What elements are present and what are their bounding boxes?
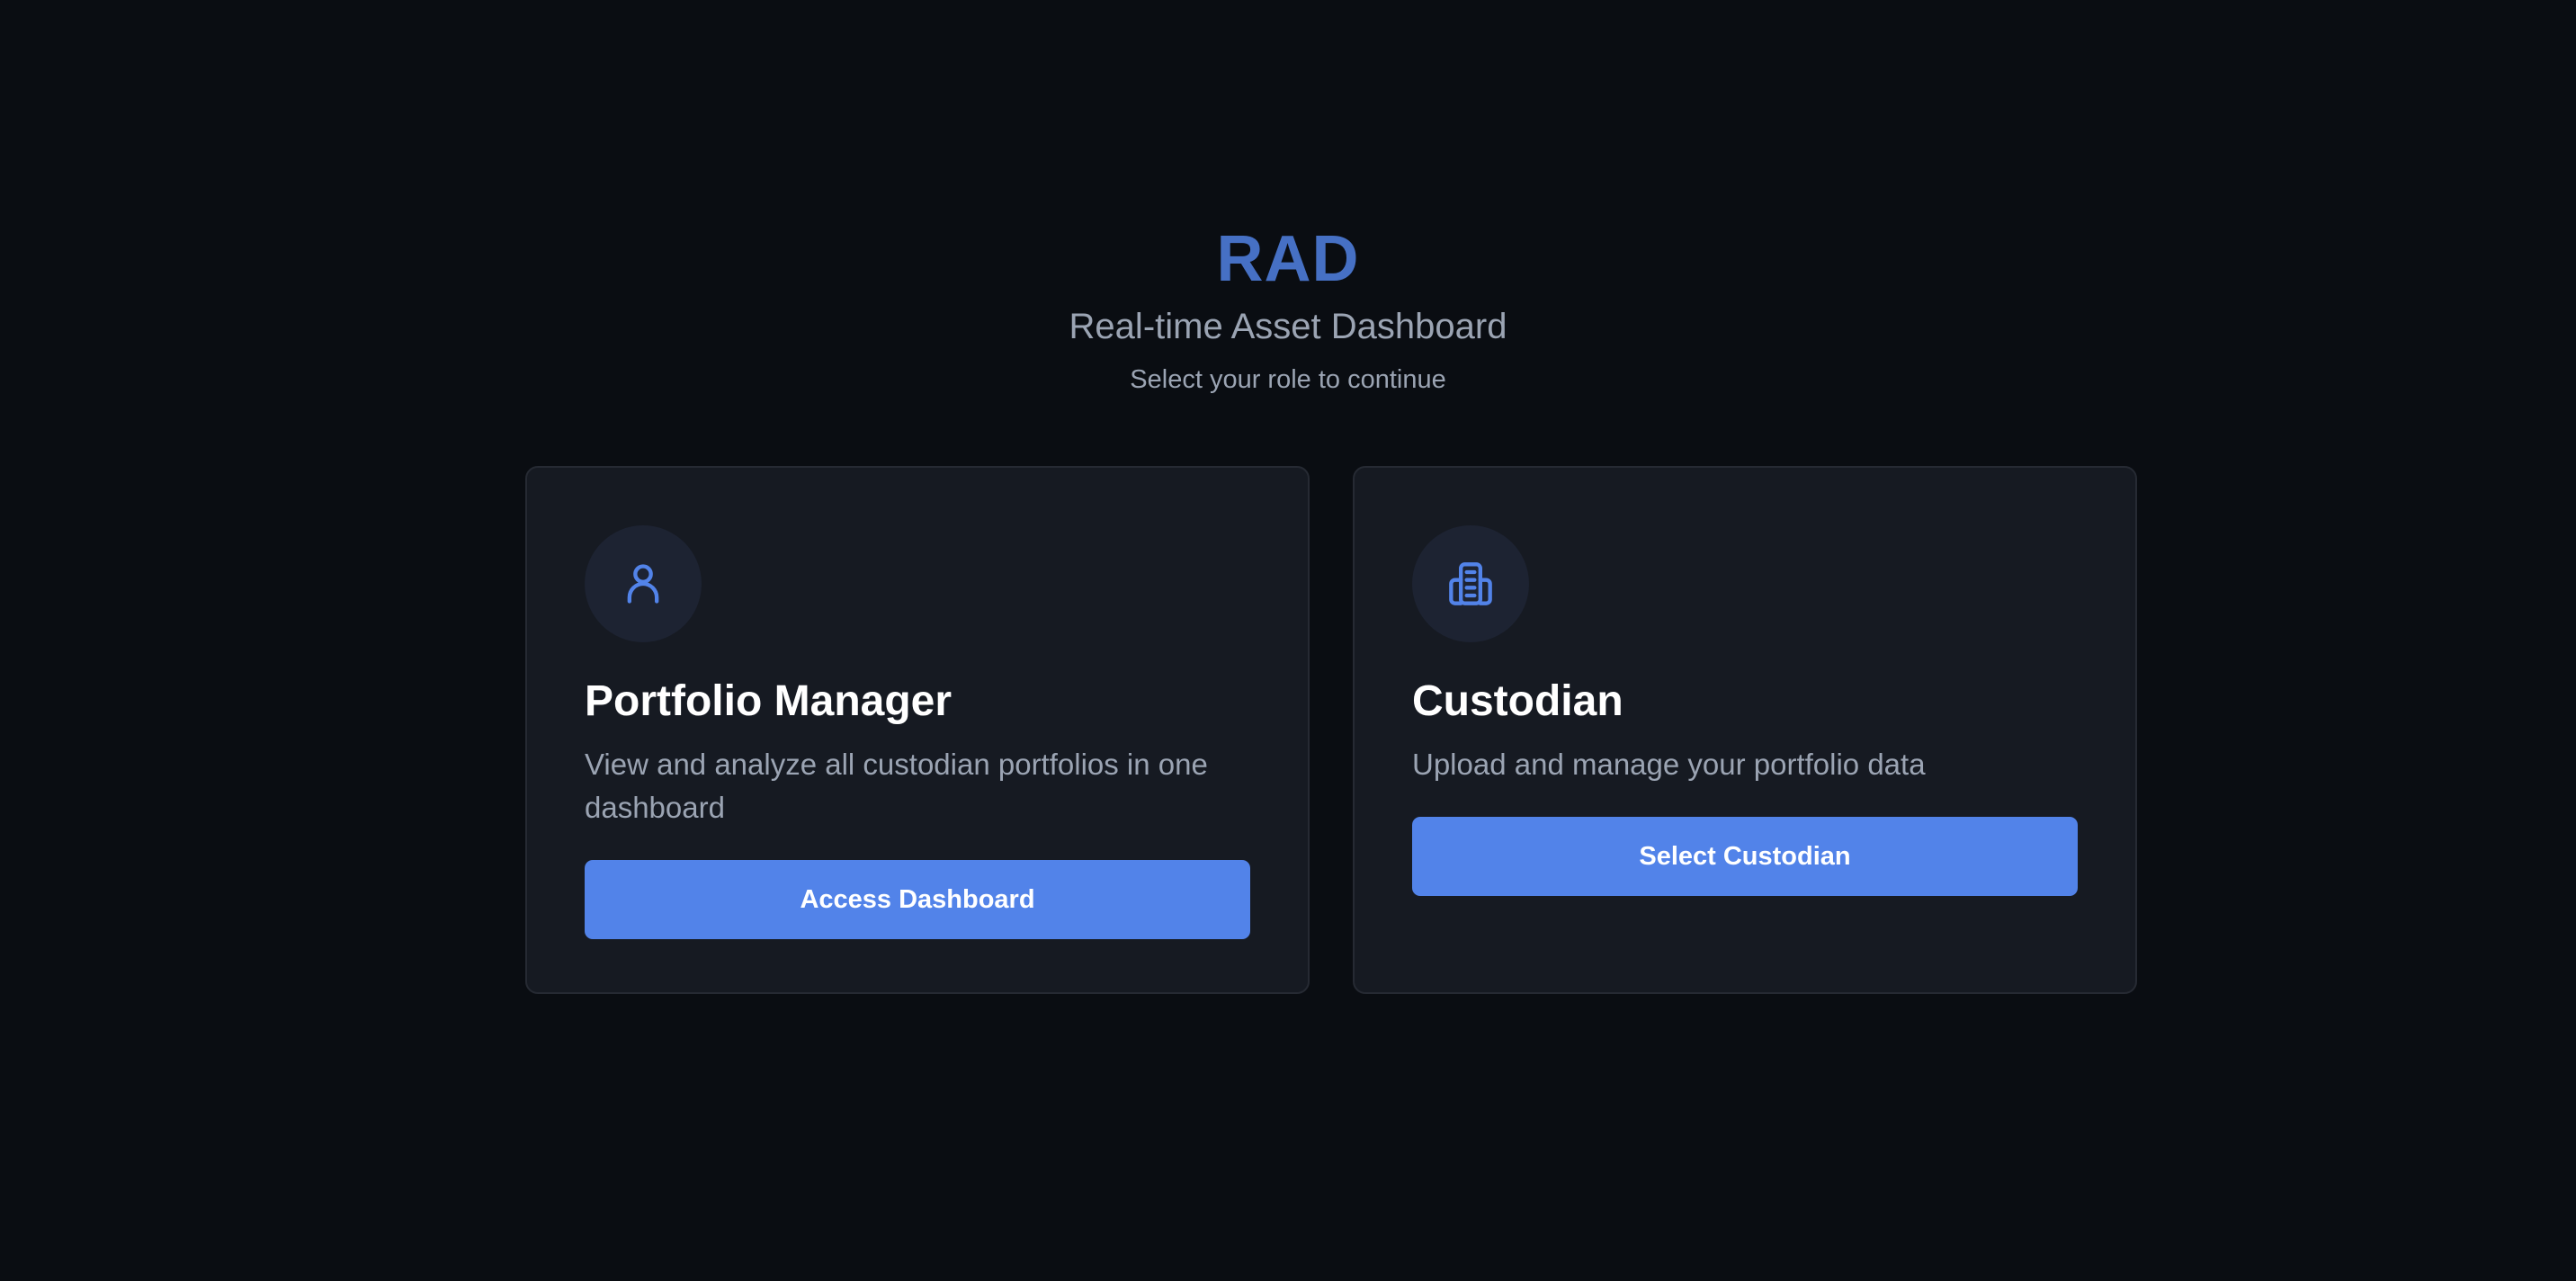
- card-title: Portfolio Manager: [585, 677, 953, 725]
- card-description: Upload and manage your portfolio data: [1412, 748, 1926, 781]
- card-description: View and analyze all custodian portfolio…: [585, 748, 1208, 824]
- custodian-card[interactable]: Custodian Upload and manage your portfol…: [1353, 466, 2137, 994]
- access-dashboard-button[interactable]: Access Dashboard: [585, 860, 1250, 939]
- portfolio-manager-card[interactable]: Portfolio Manager View and analyze all c…: [525, 466, 1310, 994]
- user-icon: [627, 564, 659, 604]
- brand-subtitle: Real-time Asset Dashboard: [1069, 307, 1507, 346]
- brand-title: RAD: [1216, 223, 1360, 295]
- role-prompt: Select your role to continue: [1130, 365, 1446, 394]
- card-title: Custodian: [1412, 677, 1623, 725]
- building-icon-badge: [1412, 525, 1529, 642]
- header: RAD Real-time Asset Dashboard Select you…: [0, 219, 2576, 396]
- select-custodian-button[interactable]: Select Custodian: [1412, 817, 2078, 896]
- role-selection-page: RAD Real-time Asset Dashboard Select you…: [0, 0, 2576, 1281]
- user-icon-badge: [585, 525, 702, 642]
- building-icon: [1449, 562, 1492, 605]
